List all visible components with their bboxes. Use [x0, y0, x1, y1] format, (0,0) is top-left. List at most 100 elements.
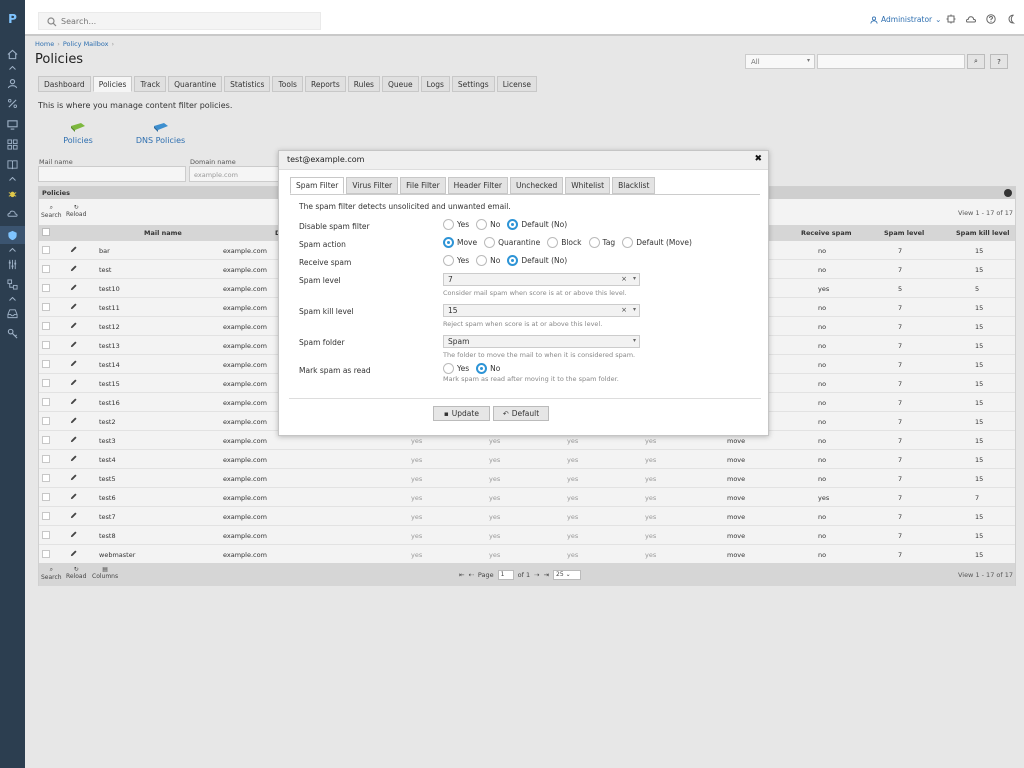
tab-whitelist[interactable]: Whitelist	[565, 177, 611, 194]
col-spam-kill-level[interactable]: Spam kill level	[956, 229, 1010, 237]
table-row[interactable]: webmaster example.com yes yes yes yes move no 7 1…	[39, 545, 1015, 564]
tab-statistics[interactable]: Statistics	[224, 76, 271, 92]
search-input[interactable]	[61, 15, 311, 27]
clear-icon[interactable]: ×	[621, 306, 627, 314]
radio-option[interactable]: No	[476, 363, 500, 374]
radio-button[interactable]	[443, 219, 454, 230]
edit-icon[interactable]	[70, 322, 77, 331]
row-checkbox[interactable]	[42, 246, 50, 254]
clear-icon[interactable]: ×	[621, 275, 627, 283]
radio-option[interactable]: Default (No)	[507, 255, 567, 266]
edit-icon[interactable]	[70, 379, 77, 388]
user-menu[interactable]: Administrator ⌄	[870, 15, 941, 24]
edit-icon[interactable]	[70, 360, 77, 369]
cloud-icon[interactable]	[6, 207, 19, 219]
radio-option[interactable]: Quarantine	[484, 237, 540, 248]
radio-button[interactable]	[622, 237, 634, 248]
radio-option[interactable]: Default (Move)	[622, 237, 692, 248]
radio-option[interactable]: Yes	[443, 255, 469, 266]
tab-rules[interactable]: Rules	[347, 76, 380, 92]
edit-icon[interactable]	[70, 417, 77, 426]
radio-button[interactable]	[484, 237, 496, 248]
tab-track[interactable]: Track	[134, 76, 167, 92]
row-checkbox[interactable]	[42, 303, 50, 311]
chevron-up-icon[interactable]	[9, 297, 16, 301]
edit-icon[interactable]	[70, 436, 77, 445]
monitor-icon[interactable]	[6, 118, 19, 130]
tab-dashboard[interactable]: Dashboard	[38, 76, 91, 92]
row-checkbox[interactable]	[42, 417, 50, 425]
row-checkbox[interactable]	[42, 436, 50, 444]
grid-columns-button[interactable]: ▤ Columns	[92, 566, 118, 580]
default-button[interactable]: ↶ Default	[493, 406, 549, 421]
plugin-icon[interactable]	[946, 14, 956, 24]
update-button[interactable]: ▪ Update	[433, 406, 490, 421]
radio-button[interactable]	[476, 255, 488, 266]
filter-help-button[interactable]: ?	[990, 54, 1008, 69]
row-checkbox[interactable]	[42, 284, 50, 292]
row-checkbox[interactable]	[42, 531, 50, 539]
next-page-icon[interactable]: ⇢	[534, 571, 539, 579]
spam-folder-select[interactable]: Spam ▾	[443, 335, 640, 348]
tab-policies[interactable]: Policies	[92, 76, 133, 92]
table-row[interactable]: test4 example.com yes yes yes yes move no 7 15	[39, 450, 1015, 469]
bug-icon[interactable]	[6, 187, 19, 199]
tab-blacklist[interactable]: Blacklist	[612, 177, 656, 194]
spam-level-select[interactable]: 7 × ▾	[443, 273, 640, 286]
radio-option[interactable]: No	[476, 255, 500, 266]
spam-kill-level-select[interactable]: 15 × ▾	[443, 304, 640, 317]
edit-icon[interactable]	[70, 455, 77, 464]
row-checkbox[interactable]	[42, 474, 50, 482]
tab-queue[interactable]: Queue	[381, 76, 419, 92]
table-row[interactable]: test8 example.com yes yes yes yes move no 7 15	[39, 526, 1015, 545]
edit-icon[interactable]	[70, 531, 77, 540]
radio-button[interactable]	[443, 363, 454, 374]
edit-icon[interactable]	[70, 398, 77, 407]
page-size-select[interactable]: 25 ⌄	[553, 570, 582, 580]
tab-header-filter[interactable]: Header Filter	[447, 177, 508, 194]
tab-reports[interactable]: Reports	[304, 76, 346, 92]
edit-icon[interactable]	[70, 474, 77, 483]
tab-license[interactable]: License	[496, 76, 537, 92]
key-icon[interactable]	[6, 327, 19, 339]
edit-icon[interactable]	[70, 265, 77, 274]
percent-icon[interactable]	[6, 97, 19, 109]
grid-icon[interactable]	[6, 138, 19, 150]
edit-icon[interactable]	[70, 246, 77, 255]
chevron-up-icon[interactable]	[9, 177, 16, 181]
radio-button[interactable]	[588, 237, 600, 248]
filter-search-button[interactable]: ⌕	[967, 54, 985, 69]
user-icon[interactable]	[6, 77, 19, 89]
shield-icon[interactable]	[6, 229, 19, 241]
edit-icon[interactable]	[70, 284, 77, 293]
row-checkbox[interactable]	[42, 360, 50, 368]
col-mail-name[interactable]: Mail name	[144, 229, 182, 237]
grid-search-button[interactable]: ⌕ Search	[41, 204, 62, 219]
sliders-icon[interactable]	[6, 258, 19, 270]
row-checkbox[interactable]	[42, 550, 50, 558]
radio-option[interactable]: Move	[443, 237, 477, 248]
breadcrumb-policy-mailbox[interactable]: Policy Mailbox	[63, 40, 109, 48]
global-search[interactable]	[38, 12, 321, 30]
radio-option[interactable]: No	[476, 219, 500, 230]
edit-icon[interactable]	[70, 303, 77, 312]
edit-icon[interactable]	[70, 512, 77, 521]
home-icon[interactable]	[6, 48, 19, 60]
table-row[interactable]: test6 example.com yes yes yes yes move yes 7 7	[39, 488, 1015, 507]
book-icon[interactable]	[6, 158, 19, 170]
help-icon[interactable]	[986, 14, 996, 24]
breadcrumb-home[interactable]: Home	[35, 40, 54, 48]
tab-virus-filter[interactable]: Virus Filter	[346, 177, 399, 194]
first-page-icon[interactable]: ⇤	[459, 571, 464, 579]
row-checkbox[interactable]	[42, 455, 50, 463]
col-spam-level[interactable]: Spam level	[884, 229, 924, 237]
prev-page-icon[interactable]: ⇠	[468, 571, 473, 579]
radio-option[interactable]: Yes	[443, 363, 469, 374]
radio-option[interactable]: Yes	[443, 219, 469, 230]
dns-policies-shortcut[interactable]: DNS Policies	[133, 120, 188, 145]
tab-tools[interactable]: Tools	[272, 76, 303, 92]
page-input[interactable]: 1	[497, 570, 514, 580]
cloud-icon[interactable]	[966, 14, 976, 24]
grid-search-button[interactable]: ⌕ Search	[41, 566, 62, 581]
grid-reload-button[interactable]: ↻ Reload	[66, 566, 86, 580]
